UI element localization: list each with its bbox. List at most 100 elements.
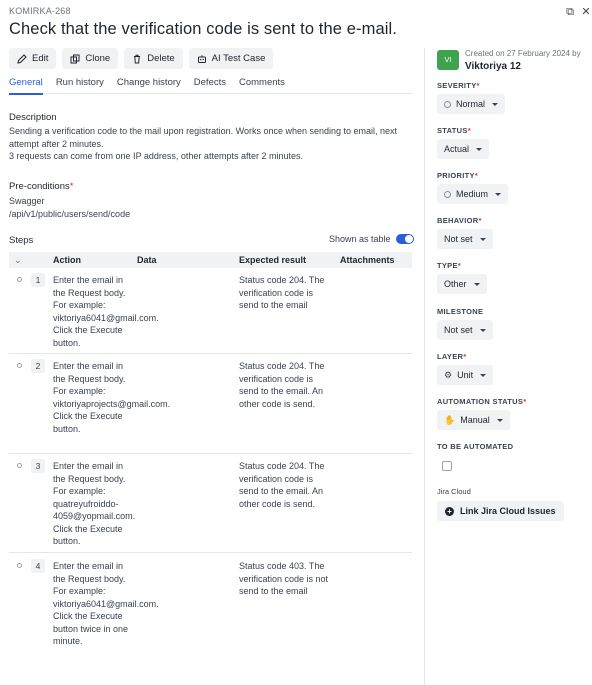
column-action: Action [53, 255, 81, 265]
status-label-text: STATUS [437, 126, 468, 135]
type-label-text: TYPE [437, 261, 458, 270]
behavior-label-text: BEHAVIOR [437, 216, 479, 225]
preconditions-line: /api/v1/public/users/send/code [9, 208, 131, 219]
chevron-down-icon [496, 418, 503, 422]
layer-select[interactable]: ⚙ Unit [437, 365, 494, 385]
delete-label: Delete [147, 53, 175, 64]
chevron-down-icon [480, 373, 487, 377]
automation-status-value: Manual [460, 415, 490, 425]
behavior-select[interactable]: Not set [437, 229, 493, 249]
toggle-switch[interactable] [395, 234, 414, 244]
required-mark: * [478, 216, 482, 225]
required-mark: * [467, 126, 471, 135]
shown-as-table-label: Shown as table [329, 234, 391, 244]
preconditions-label: Pre-conditions* [9, 181, 73, 192]
automation-status-label-text: AUTOMATION STATUS [437, 397, 524, 406]
tab-run-history[interactable]: Run history [56, 77, 104, 94]
close-icon[interactable]: ✕ [580, 6, 592, 18]
created-info: Created on 27 February 2024 by [465, 49, 581, 58]
robot-icon [197, 54, 206, 63]
priority-label: PRIORITY* [437, 171, 478, 180]
drag-handle-icon[interactable] [17, 563, 22, 568]
detach-icon[interactable]: ⧉ [564, 6, 576, 18]
clone-button[interactable]: Clone [62, 48, 119, 69]
milestone-label: MILESTONE [437, 307, 484, 316]
link-jira-label: Link Jira Cloud Issues [460, 506, 556, 516]
required-mark: * [457, 261, 462, 270]
type-select[interactable]: Other [437, 274, 487, 294]
priority-value: Medium [456, 189, 489, 199]
required-mark: * [474, 171, 479, 180]
tab-bar: General Run history Change history Defec… [9, 77, 412, 95]
chevron-down-icon [473, 282, 480, 286]
chevron-down-icon [479, 328, 486, 332]
priority-select[interactable]: Medium [437, 184, 509, 204]
issue-key: KOMIRKA-268 [9, 6, 71, 16]
page-title: Check that the verification code is sent… [9, 20, 397, 38]
chevron-down-icon [479, 237, 486, 241]
step-expected: Status code 204. The verification code i… [239, 461, 325, 509]
table-row[interactable]: 4 Enter the email in the Request body. F… [9, 558, 412, 662]
gears-icon: ⚙ [444, 369, 453, 380]
automation-status-select[interactable]: ✋ Manual [437, 410, 510, 430]
required-mark: * [69, 181, 74, 192]
automation-status-label: AUTOMATION STATUS* [437, 397, 526, 406]
trash-icon [134, 54, 141, 63]
tab-change-history[interactable]: Change history [117, 77, 181, 94]
severity-select[interactable]: Normal [437, 94, 506, 114]
milestone-select[interactable]: Not set [437, 320, 493, 340]
description-label: Description [9, 112, 57, 123]
status-label: STATUS* [437, 126, 471, 135]
window-controls: ⧉ ✕ [564, 6, 592, 18]
status-select[interactable]: Actual [437, 139, 490, 159]
author-name: Viktoriya 12 [465, 61, 521, 72]
step-action: Enter the email in the Request body. For… [53, 561, 159, 646]
step-action: Enter the email in the Request body. For… [53, 275, 159, 348]
milestone-value: Not set [444, 325, 473, 335]
toolbar: Edit Clone Delete AI Test Case [9, 48, 274, 69]
hand-icon: ✋ [444, 414, 456, 425]
edit-button[interactable]: Edit [9, 48, 57, 69]
behavior-value: Not set [444, 234, 473, 244]
step-expected: Status code 204. The verification code i… [239, 361, 325, 409]
required-mark: * [523, 397, 527, 406]
behavior-label: BEHAVIOR* [437, 216, 482, 225]
collapse-all-icon[interactable]: ⌄ [14, 255, 22, 266]
step-number: 2 [31, 359, 45, 373]
drag-handle-icon[interactable] [17, 363, 22, 368]
preconditions-line: Swagger [9, 196, 45, 206]
step-action: Enter the email in the Request body. For… [53, 361, 171, 434]
priority-label-text: PRIORITY [437, 171, 475, 180]
severity-label-text: SEVERITY [437, 81, 477, 90]
severity-label: SEVERITY* [437, 81, 480, 90]
type-value: Other [444, 279, 467, 289]
step-expected: Status code 204. The verification code i… [239, 275, 325, 310]
chevron-down-icon [492, 102, 499, 106]
column-data: Data [137, 255, 157, 265]
table-row[interactable]: 3 Enter the email in the Request body. F… [9, 458, 412, 553]
link-jira-button[interactable]: + Link Jira Cloud Issues [437, 501, 564, 521]
to-be-automated-checkbox[interactable] [442, 461, 452, 471]
drag-handle-icon[interactable] [17, 463, 22, 468]
tab-general[interactable]: General [9, 77, 43, 95]
ai-test-case-button[interactable]: AI Test Case [188, 48, 274, 69]
layer-value: Unit [457, 370, 474, 380]
layer-label-text: LAYER [437, 352, 464, 361]
delete-button[interactable]: Delete [124, 48, 183, 69]
tab-comments[interactable]: Comments [239, 77, 285, 94]
required-mark: * [463, 352, 467, 361]
status-value: Actual [444, 144, 470, 154]
tab-defects[interactable]: Defects [194, 77, 226, 94]
table-row[interactable]: 2 Enter the email in the Request body. F… [9, 358, 412, 454]
drag-handle-icon[interactable] [17, 277, 22, 282]
sidebar-divider [424, 48, 425, 685]
table-row[interactable]: 1 Enter the email in the Request body. F… [9, 272, 412, 354]
description-text: Sending a verification code to the mail … [9, 125, 417, 163]
step-number: 3 [31, 459, 45, 473]
plus-icon: + [445, 506, 454, 516]
steps-label: Steps [9, 235, 34, 246]
column-expected: Expected result [239, 255, 307, 265]
description-line: Sending a verification code to the mail … [9, 126, 398, 149]
shown-as-table-toggle[interactable]: Shown as table [329, 234, 414, 244]
step-number: 1 [31, 273, 45, 287]
